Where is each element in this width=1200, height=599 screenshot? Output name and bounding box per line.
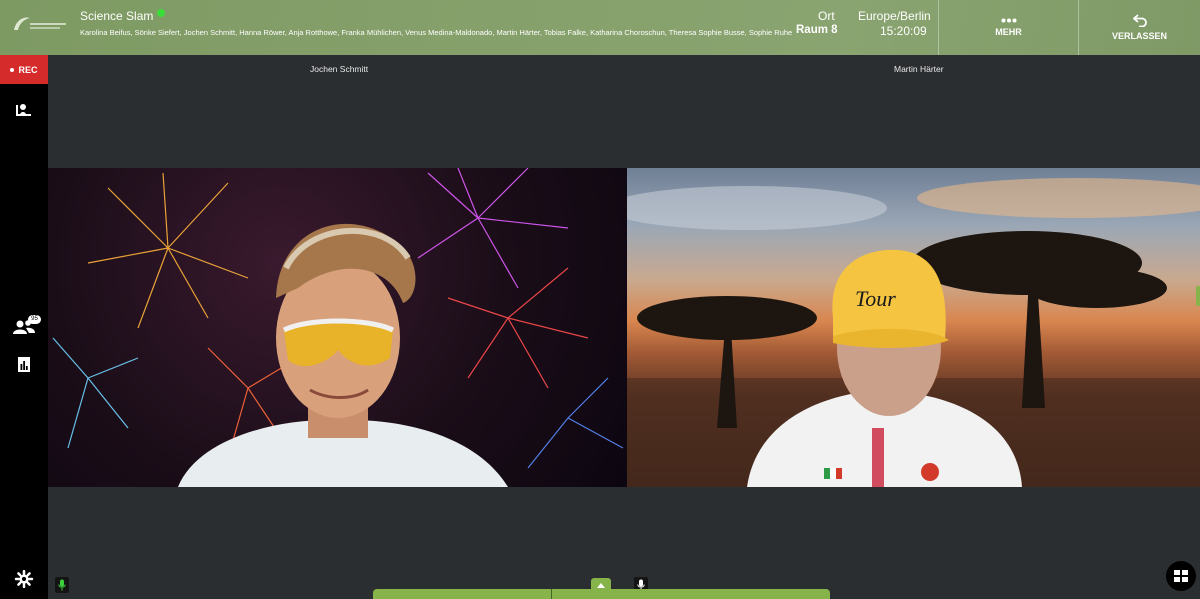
leave-button-label: VERLASSEN [1111, 31, 1167, 41]
location-label: Ort [818, 9, 835, 23]
action-bar-toggle[interactable] [591, 578, 611, 592]
video-name-label: Jochen Schmitt [310, 64, 369, 74]
recording-label: REC [18, 64, 38, 75]
left-sidebar: REC 95 [0, 55, 48, 599]
leave-arrow-icon [1132, 14, 1147, 27]
clock-time: 15:20:09 [880, 24, 927, 38]
location-value: Raum 8 [796, 24, 838, 36]
chevron-up-icon [597, 582, 605, 588]
grid-layout-icon [1174, 570, 1188, 582]
microphone-indicator-left [55, 577, 69, 593]
leave-button[interactable]: VERLASSEN [1078, 0, 1200, 55]
poll-chart-icon[interactable] [12, 355, 36, 375]
recording-indicator[interactable]: REC [0, 55, 48, 84]
svg-text:Tour: Tour [855, 286, 896, 311]
participant-count-badge: 95 [28, 315, 41, 324]
video-feed-image [52, 168, 624, 487]
more-button-label: MEHR [995, 27, 1022, 37]
action-bar-divider [551, 589, 552, 599]
gear-icon[interactable] [12, 569, 36, 589]
microphone-icon [58, 579, 66, 591]
more-button[interactable]: MEHR [938, 0, 1078, 55]
video-tile-martin-haerter[interactable]: Tour [627, 168, 1200, 487]
record-dot-icon [10, 67, 15, 72]
online-status-icon [157, 9, 166, 17]
video-tile-jochen-schmitt[interactable] [48, 168, 627, 487]
participant-names: Karolina Beifus, Sönke Siefert, Jochen S… [80, 28, 793, 37]
meeting-title-text: Science Slam [80, 9, 154, 23]
more-dots-icon [1001, 18, 1016, 23]
video-name-label: Martin Härter [894, 64, 944, 74]
side-panel-handle[interactable] [1196, 286, 1200, 306]
presenter-icon[interactable] [12, 101, 36, 121]
timezone-label: Europe/Berlin [858, 9, 931, 23]
video-feed-image: Tour [627, 178, 1200, 487]
meeting-title: Science Slam [80, 9, 166, 23]
organization-logo [14, 17, 66, 30]
top-bar: Science Slam Karolina Beifus, Sönke Sief… [0, 0, 1200, 55]
layout-button[interactable] [1166, 561, 1196, 591]
